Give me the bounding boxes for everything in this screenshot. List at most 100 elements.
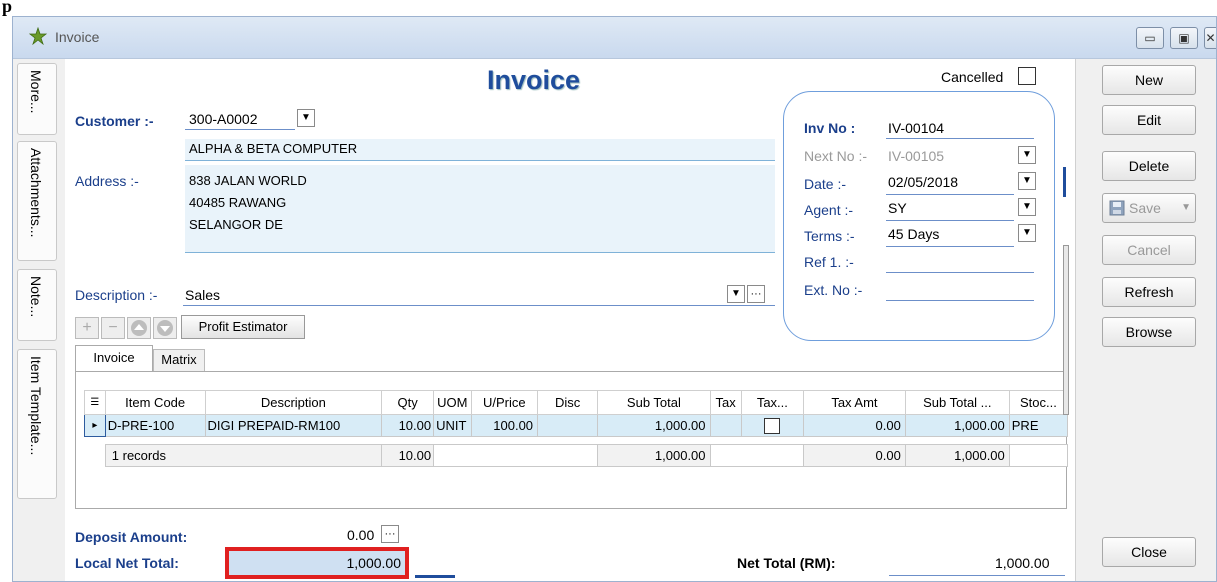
cell-qty[interactable]: 10.00 xyxy=(381,414,435,437)
inv-no-underline xyxy=(886,138,1034,139)
description-value[interactable]: Sales xyxy=(185,287,220,303)
terms-label: Terms :- xyxy=(804,228,855,244)
cell-stock[interactable]: PRE xyxy=(1008,414,1069,437)
deposit-label: Deposit Amount: xyxy=(75,529,188,545)
terms-value[interactable]: 45 Days xyxy=(888,226,939,242)
col-item-code[interactable]: Item Code xyxy=(104,390,206,415)
cancelled-checkbox[interactable] xyxy=(1018,67,1036,85)
side-tab-item-template[interactable]: Item Template... xyxy=(17,349,57,499)
title-bar: Invoice ▭ ▣ ✕ xyxy=(13,17,1216,59)
restore-button[interactable]: ▣ xyxy=(1170,27,1198,49)
col-sub-total[interactable]: Sub Total xyxy=(597,390,711,415)
move-up-button[interactable] xyxy=(127,317,151,339)
window-title: Invoice xyxy=(55,29,100,45)
agent-dropdown-button[interactable]: ▼ xyxy=(1018,198,1036,216)
cell-sub-total[interactable]: 1,000.00 xyxy=(597,414,711,437)
side-tab-more[interactable]: More... xyxy=(17,63,57,135)
description-label: Description :- xyxy=(75,287,158,303)
col-tax-amt[interactable]: Tax Amt xyxy=(803,390,906,415)
item-grid-panel: ☰ Item Code Description Qty UOM U/Price … xyxy=(75,371,1069,509)
footer-records: 1 records xyxy=(104,444,383,467)
description-underline xyxy=(183,305,775,306)
inv-no-value[interactable]: IV-00104 xyxy=(888,120,944,136)
cell-tax-amt[interactable]: 0.00 xyxy=(803,414,906,437)
footer-sub-total-inc: 1,000.00 xyxy=(904,444,1010,467)
customer-code[interactable]: 300-A0002 xyxy=(189,111,258,127)
invoice-window: Invoice ▭ ▣ ✕ More... Attachments... Not… xyxy=(12,16,1217,582)
top-caption: р xyxy=(0,0,1217,16)
new-button[interactable]: New xyxy=(1102,65,1196,95)
cell-tax[interactable] xyxy=(709,414,742,437)
ext-underline xyxy=(886,300,1034,301)
col-qty[interactable]: Qty xyxy=(381,390,435,415)
cell-item-code[interactable]: D-PRE-100 xyxy=(104,414,206,437)
tab-invoice[interactable]: Invoice xyxy=(75,345,153,371)
tax-inclusive-checkbox[interactable] xyxy=(764,417,781,434)
ref-underline xyxy=(886,272,1034,273)
agent-underline xyxy=(886,220,1014,221)
footer-sub-total: 1,000.00 xyxy=(597,444,711,467)
next-no-value: IV-00105 xyxy=(888,148,945,164)
close-window-button[interactable]: ✕ xyxy=(1204,27,1216,49)
move-down-button[interactable] xyxy=(153,317,177,339)
cell-disc[interactable] xyxy=(537,414,599,437)
address-line-3: SELANGOR DE xyxy=(189,217,283,232)
col-sub-total-inc[interactable]: Sub Total ... xyxy=(904,390,1010,415)
save-button[interactable]: Save ▼ xyxy=(1102,193,1196,223)
close-button[interactable]: Close xyxy=(1102,537,1196,567)
cell-tax-inclusive[interactable] xyxy=(740,414,805,437)
local-net-total-value: 1,000.00 xyxy=(346,555,402,571)
agent-value[interactable]: SY xyxy=(888,200,907,216)
remove-row-button[interactable]: − xyxy=(101,317,125,339)
browse-button[interactable]: Browse xyxy=(1102,317,1196,347)
cell-description[interactable]: DIGI PREPAID-RM100 xyxy=(204,414,383,437)
edit-button[interactable]: Edit xyxy=(1102,105,1196,135)
side-tab-note[interactable]: Note... xyxy=(17,269,57,341)
address-field[interactable]: 838 JALAN WORLD 40485 RAWANG SELANGOR DE xyxy=(185,165,775,253)
arrow-down-icon xyxy=(157,320,173,336)
side-tab-attachments[interactable]: Attachments... xyxy=(17,141,57,261)
next-no-label: Next No :- xyxy=(804,148,868,164)
cell-uom[interactable]: UNIT xyxy=(433,414,472,437)
customer-dropdown-button[interactable]: ▼ xyxy=(297,109,315,127)
description-dropdown-button[interactable]: ▼ xyxy=(727,285,745,303)
app-icon xyxy=(29,27,47,45)
col-tax-inclusive[interactable]: Tax... xyxy=(740,390,805,415)
save-dropdown-icon[interactable]: ▼ xyxy=(1181,194,1191,222)
col-tax[interactable]: Tax xyxy=(709,390,742,415)
deposit-more-button[interactable]: ··· xyxy=(381,525,399,543)
inv-no-label: Inv No : xyxy=(804,120,856,136)
description-more-button[interactable]: ··· xyxy=(747,285,765,303)
agent-label: Agent :- xyxy=(804,202,854,218)
delete-button[interactable]: Delete xyxy=(1102,151,1196,181)
arrow-up-icon xyxy=(131,320,147,336)
col-disc[interactable]: Disc xyxy=(537,390,599,415)
profit-estimator-button[interactable]: Profit Estimator xyxy=(181,315,305,339)
next-no-dropdown-button[interactable]: ▼ xyxy=(1018,146,1036,164)
table-row[interactable]: ▸ D-PRE-100 DIGI PREPAID-RM100 10.00 UNI… xyxy=(84,414,1069,437)
col-stock[interactable]: Stoc... xyxy=(1008,390,1069,415)
refresh-button[interactable]: Refresh xyxy=(1102,277,1196,307)
page-title: Invoice xyxy=(487,65,581,95)
splitter-handle[interactable] xyxy=(1063,245,1069,415)
minimize-button[interactable]: ▭ xyxy=(1136,27,1164,49)
tab-matrix[interactable]: Matrix xyxy=(153,349,205,371)
cell-sub-total-inc[interactable]: 1,000.00 xyxy=(904,414,1010,437)
invoice-form: Invoice Cancelled Customer :- 300-A0002 … xyxy=(65,59,1075,581)
cancel-button[interactable]: Cancel xyxy=(1102,235,1196,265)
save-button-label: Save xyxy=(1129,200,1161,216)
customer-name-field[interactable]: ALPHA & BETA COMPUTER xyxy=(185,139,775,161)
address-line-1: 838 JALAN WORLD xyxy=(189,173,307,188)
col-description[interactable]: Description xyxy=(204,390,383,415)
add-row-button[interactable]: + xyxy=(75,317,99,339)
col-uprice[interactable]: U/Price xyxy=(470,390,539,415)
terms-dropdown-button[interactable]: ▼ xyxy=(1018,224,1036,242)
invoice-info-panel: Inv No : IV-00104 Next No :- IV-00105 ▼ … xyxy=(783,91,1055,341)
deposit-value[interactable]: 0.00 xyxy=(347,527,374,543)
grid-menu-icon[interactable]: ☰ xyxy=(84,390,106,415)
ext-label: Ext. No :- xyxy=(804,282,863,298)
cell-uprice[interactable]: 100.00 xyxy=(470,414,539,437)
date-value[interactable]: 02/05/2018 xyxy=(888,174,958,190)
date-dropdown-button[interactable]: ▼ xyxy=(1018,172,1036,190)
col-uom[interactable]: UOM xyxy=(433,390,472,415)
